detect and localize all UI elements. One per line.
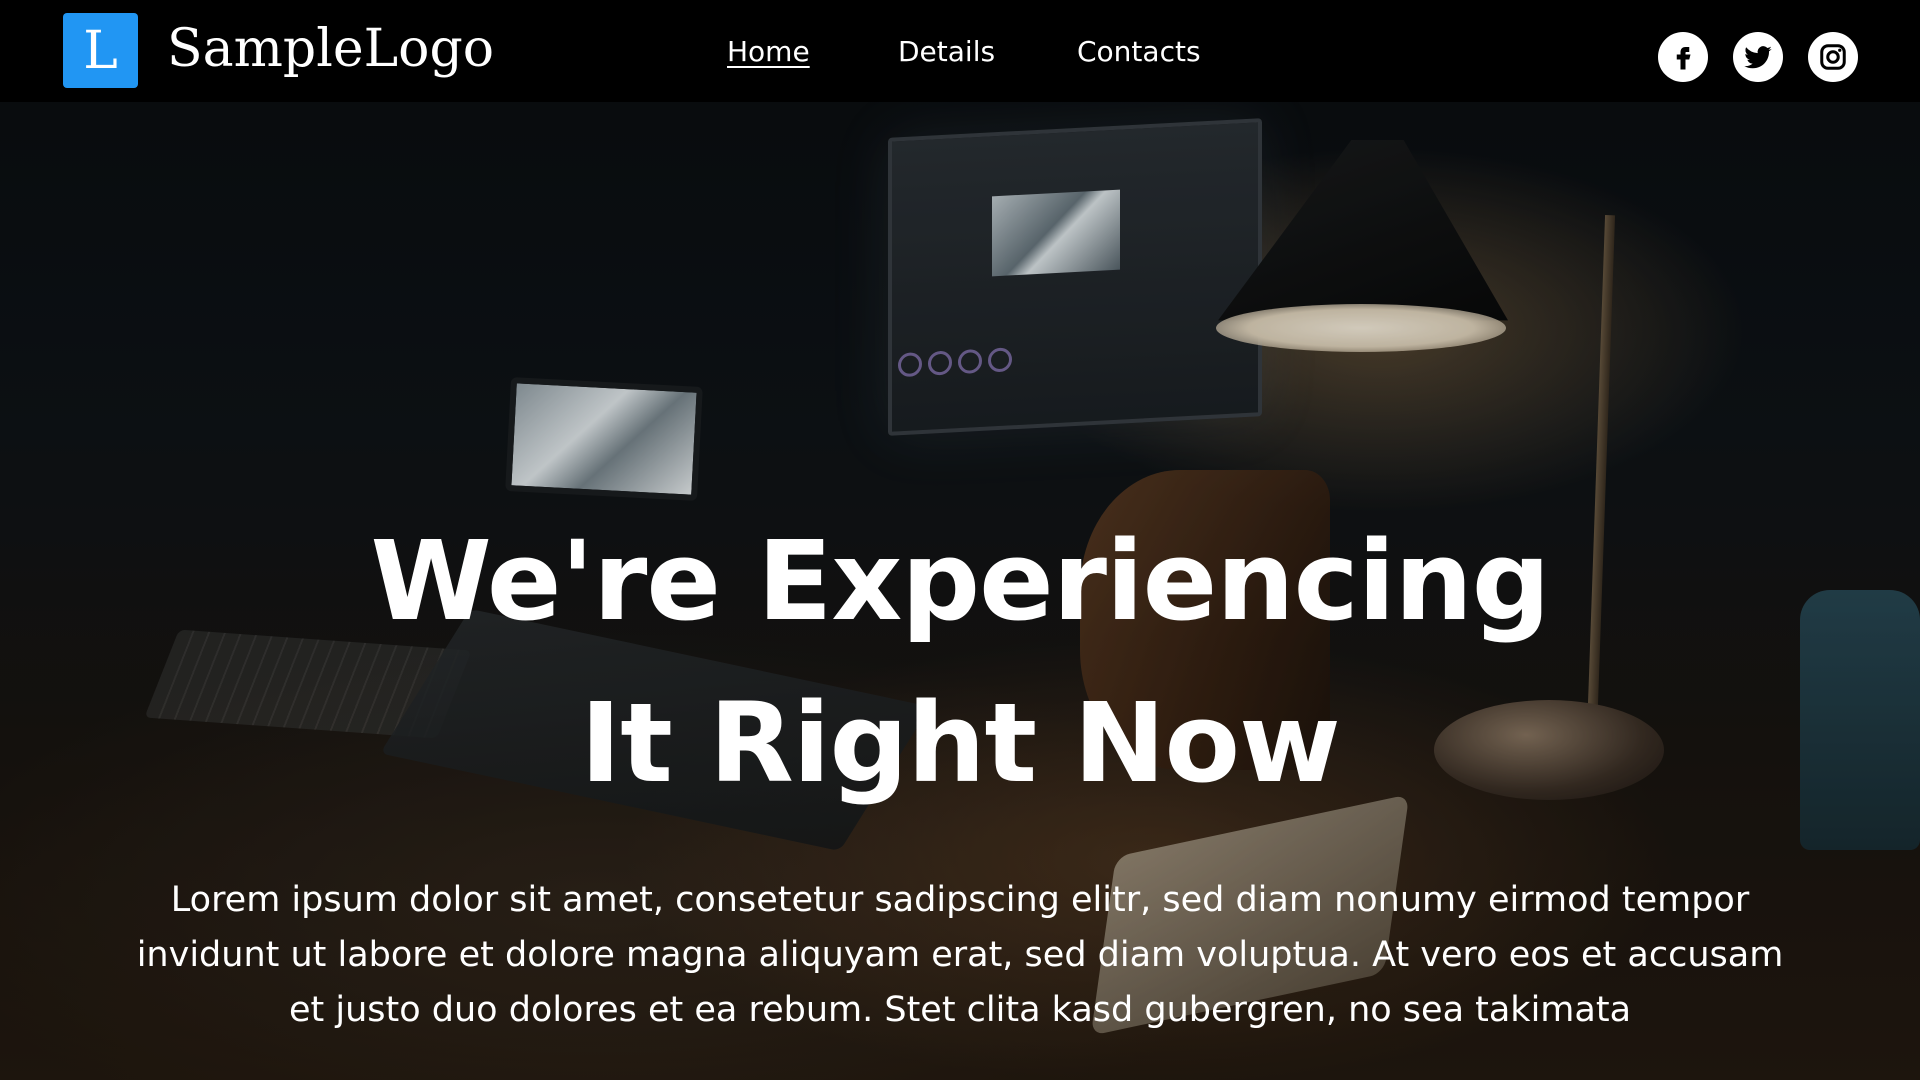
main-nav: Home Details Contacts (0, 30, 1920, 74)
twitter-glyph (1744, 46, 1772, 69)
hero-title-line-1: We're Experiencing (370, 517, 1550, 645)
landing-page: L SampleLogo Home Details Contacts We're… (0, 0, 1920, 1080)
twitter-icon[interactable] (1733, 32, 1783, 82)
facebook-glyph (1676, 47, 1691, 70)
hero-description: Lorem ipsum dolor sit amet, consetetur s… (136, 880, 1784, 1030)
facebook-icon[interactable] (1658, 32, 1708, 82)
hero-title: We're Experiencing It Right Now (0, 500, 1920, 824)
hero-title-line-2: It Right Now (580, 679, 1340, 807)
nav-contacts-link[interactable]: Contacts (1077, 30, 1201, 74)
nav-details-link[interactable]: Details (898, 30, 995, 74)
instagram-glyph (1820, 44, 1846, 70)
site-header: L SampleLogo Home Details Contacts (0, 0, 1920, 102)
instagram-icon[interactable] (1808, 32, 1858, 82)
nav-home-link[interactable]: Home (727, 30, 810, 74)
